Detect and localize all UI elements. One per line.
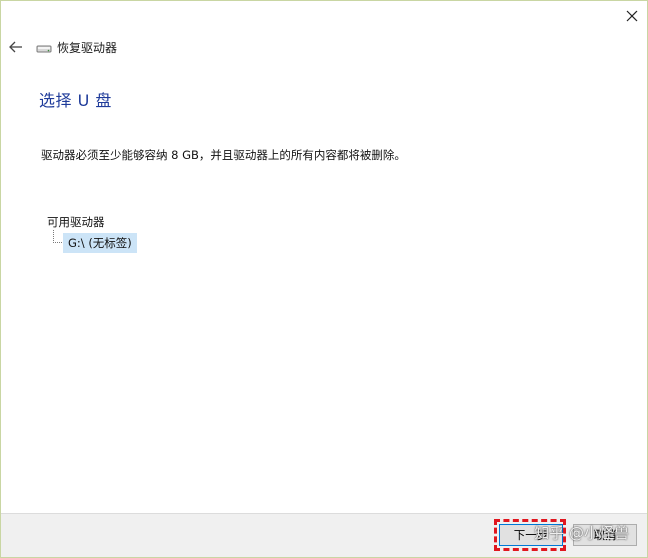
- drive-item-g[interactable]: G:\ (无标签): [63, 233, 137, 253]
- back-arrow-icon: [9, 41, 22, 53]
- close-button[interactable]: [621, 5, 643, 27]
- page-title: 选择 U 盘: [39, 91, 112, 110]
- header-title: 恢复驱动器: [57, 41, 118, 55]
- available-drives-label: 可用驱动器: [47, 215, 105, 229]
- cancel-button[interactable]: 取消: [573, 524, 637, 546]
- tree-connector: [53, 230, 62, 243]
- requirement-description: 驱动器必须至少能够容纳 8 GB，并且驱动器上的所有内容都将被删除。: [41, 148, 406, 162]
- next-button[interactable]: 下一步: [499, 524, 563, 546]
- window-header: 恢复驱动器: [36, 39, 117, 56]
- footer-bar: 下一步 取消 知乎 @小怪兽: [1, 513, 647, 557]
- drive-tree: G:\ (无标签): [53, 230, 173, 254]
- close-icon: [626, 10, 638, 22]
- drive-icon: [36, 45, 52, 52]
- recovery-drive-window: 恢复驱动器 选择 U 盘 驱动器必须至少能够容纳 8 GB，并且驱动器上的所有内…: [0, 0, 648, 558]
- back-button[interactable]: [6, 37, 26, 57]
